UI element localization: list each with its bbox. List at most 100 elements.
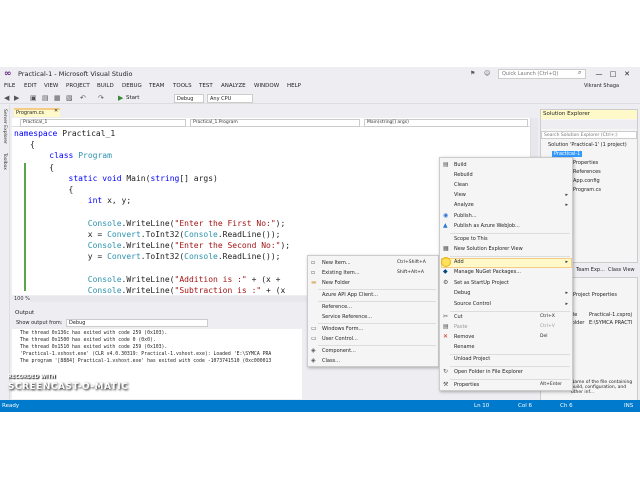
menu-analyze-item[interactable]: Analyze — [454, 202, 474, 208]
zoom-level[interactable]: 100 % — [14, 296, 30, 302]
code-line-3: class Program — [49, 151, 112, 160]
menu-source-control-item[interactable]: Source Control — [454, 301, 491, 307]
menu-publish-item[interactable]: Publish... — [454, 213, 477, 219]
visual-studio-logo-icon: ∞ — [4, 69, 12, 79]
menu-tools[interactable]: TOOLS — [173, 83, 192, 89]
menu-new-se-view-item[interactable]: New Solution Explorer View — [454, 246, 523, 252]
output-panel-title: Output — [12, 308, 302, 318]
menu-remove-item[interactable]: Remove — [454, 334, 474, 340]
redo-icon[interactable]: ↷ — [98, 94, 104, 102]
menu-build[interactable]: BUILD — [97, 83, 114, 89]
start-button[interactable]: Start — [126, 95, 139, 101]
menu-rename-item[interactable]: Rename — [454, 344, 475, 350]
properties-icon: ⚒ — [443, 381, 449, 388]
menu-bar: FILE EDIT VIEW PROJECT BUILD DEBUG TEAM … — [0, 81, 640, 91]
menu-view-item[interactable]: View — [454, 192, 466, 198]
submenu-azure-api-client[interactable]: Azure API App Client... — [322, 292, 378, 298]
menu-publish-azure-item[interactable]: Publish as Azure WebJob... — [454, 223, 520, 229]
output-source-select[interactable]: Debug — [66, 319, 208, 327]
quick-launch-input[interactable]: Quick Launch (Ctrl+Q) — [498, 69, 586, 79]
prop-row2-value[interactable]: E:\SYMCA PRACTI — [589, 320, 632, 326]
watermark-brand: SCREENCAST-O-MATIC — [8, 382, 129, 392]
submenu-service-reference[interactable]: Service Reference... — [322, 314, 372, 320]
submenu-component[interactable]: Component... — [322, 348, 356, 354]
tree-item-properties[interactable]: Properties — [573, 160, 598, 166]
tab-team-explorer[interactable]: Team Exp... — [576, 267, 605, 273]
search-icon[interactable]: ⌕ — [578, 69, 581, 77]
menu-scope-to-this-item[interactable]: Scope to This — [454, 236, 488, 242]
tree-item-program-cs[interactable]: Program.cs — [573, 187, 601, 193]
menu-clean-item[interactable]: Clean — [454, 182, 468, 188]
menu-rebuild-item[interactable]: Rebuild — [454, 172, 473, 178]
menu-debug-item[interactable]: Debug — [454, 290, 470, 296]
open-file-icon[interactable]: ▤ — [42, 94, 49, 102]
shortcut-properties: Alt+Enter — [540, 382, 562, 387]
new-view-icon: ▦ — [443, 245, 449, 252]
menu-unload-project-item[interactable]: Unload Project — [454, 356, 490, 362]
menu-open-folder-item[interactable]: Open Folder in File Explorer — [454, 369, 523, 375]
submenu-arrow-icon: ▸ — [565, 301, 568, 307]
submenu-existing-item[interactable]: Existing Item... — [322, 270, 360, 276]
menu-team[interactable]: TEAM — [149, 83, 164, 89]
back-icon[interactable]: ◀ — [4, 94, 9, 102]
platform-select[interactable]: Any CPU — [207, 94, 253, 103]
tree-item-references[interactable]: References — [573, 169, 601, 175]
menu-build-item[interactable]: Build — [454, 162, 467, 168]
menu-debug[interactable]: DEBUG — [122, 83, 142, 89]
standard-toolbar — [0, 91, 640, 104]
configuration-select[interactable]: Debug — [174, 94, 204, 103]
tree-item-app-config[interactable]: App.config — [573, 178, 600, 184]
submenu-class[interactable]: Class... — [322, 358, 340, 364]
submenu-reference[interactable]: Reference... — [322, 304, 352, 310]
menu-add-item[interactable]: Add — [454, 259, 464, 265]
save-icon[interactable]: ▦ — [54, 94, 61, 102]
submenu-new-folder[interactable]: New Folder — [322, 280, 350, 286]
tree-item-solution[interactable]: Solution 'Practical-1' (1 project) — [548, 142, 627, 148]
menu-window[interactable]: WINDOW — [254, 83, 279, 89]
menu-properties-item[interactable]: Properties — [454, 382, 479, 388]
toolbox-tab[interactable]: Toolbox — [2, 153, 7, 170]
menu-paste-item[interactable]: Paste — [454, 324, 468, 330]
output-line-5: The program '[8884] Practical-1.vshost.e… — [20, 359, 272, 364]
class-nav-select[interactable]: Practical_1.Program — [190, 119, 360, 127]
menu-edit[interactable]: EDIT — [24, 83, 37, 89]
menu-project[interactable]: PROJECT — [66, 83, 90, 89]
document-tabs — [12, 107, 538, 117]
close-button[interactable]: ✕ — [622, 69, 632, 79]
class-icon: ◈ — [311, 357, 316, 364]
prop-row1-value[interactable]: Practical-1.csproj — [589, 312, 632, 318]
new-project-icon[interactable]: ▣ — [30, 94, 37, 102]
menu-cut-item[interactable]: Cut — [454, 314, 463, 320]
project-nav-select[interactable]: Practical_1 — [20, 119, 186, 127]
minimize-button[interactable]: — — [594, 69, 604, 79]
notification-flag-icon[interactable]: ⚑ — [470, 70, 475, 77]
code-line-2: { — [30, 140, 35, 149]
undo-icon[interactable]: ↶ — [80, 94, 86, 102]
menu-separator — [450, 233, 570, 234]
server-explorer-tab[interactable]: Server Explorer — [2, 109, 7, 144]
folder-icon: ▬ — [311, 279, 317, 286]
maximize-button[interactable]: □ — [608, 69, 618, 79]
solution-explorer-search[interactable]: Search Solution Explorer (Ctrl+;) — [541, 131, 637, 139]
status-column: Col 6 — [518, 403, 532, 409]
member-nav-select[interactable]: Main(string[] args) — [364, 119, 528, 127]
tab-class-view[interactable]: Class View — [608, 267, 635, 273]
submenu-user-control[interactable]: User Control... — [322, 336, 358, 342]
submenu-separator — [318, 301, 436, 302]
submenu-windows-form[interactable]: Windows Form... — [322, 326, 363, 332]
menu-test[interactable]: TEST — [199, 83, 213, 89]
menu-view[interactable]: VIEW — [44, 83, 58, 89]
save-all-icon[interactable]: ▧ — [66, 94, 73, 102]
forward-icon[interactable]: ▶ — [14, 94, 19, 102]
menu-set-startup-item[interactable]: Set as StartUp Project — [454, 280, 509, 286]
feedback-icon[interactable]: ☺ — [484, 70, 490, 77]
menu-help[interactable]: HELP — [287, 83, 301, 89]
user-name[interactable]: Vikrant Shaga — [584, 83, 619, 89]
menu-analyze[interactable]: ANALYZE — [221, 83, 246, 89]
nuget-icon: ◆ — [443, 268, 448, 275]
tab-close-icon[interactable]: ✕ — [54, 108, 58, 114]
menu-manage-nuget-item[interactable]: Manage NuGet Packages... — [454, 269, 521, 275]
submenu-new-item[interactable]: New Item... — [322, 260, 351, 266]
start-icon[interactable]: ▶ — [118, 94, 123, 102]
menu-file[interactable]: FILE — [4, 83, 15, 89]
